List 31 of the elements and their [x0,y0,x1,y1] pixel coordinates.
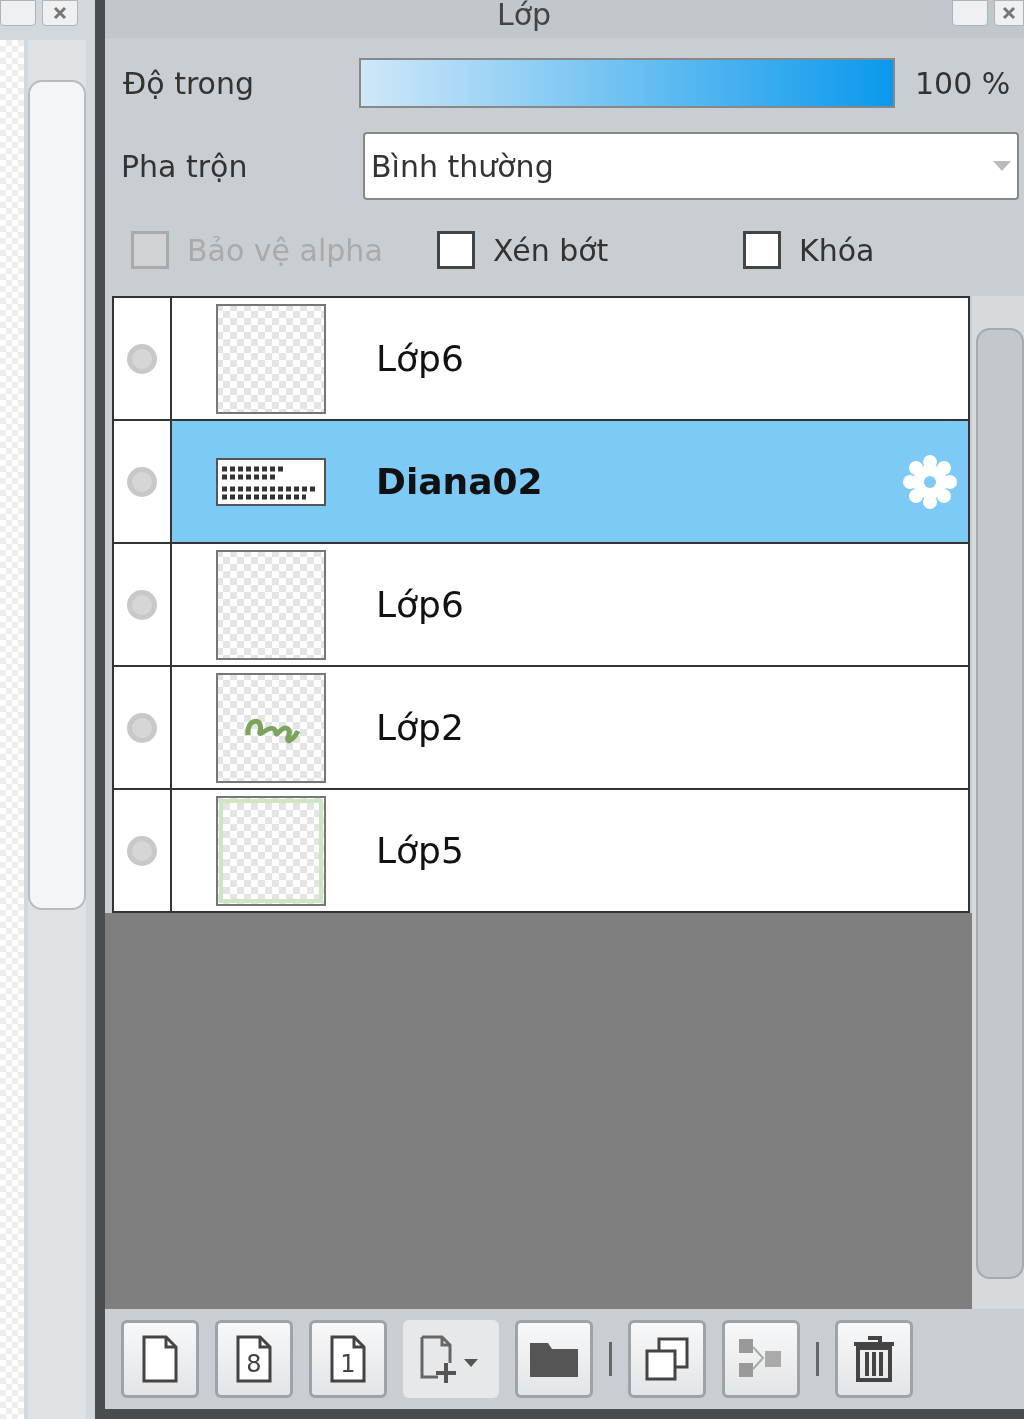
visibility-dot[interactable] [126,711,158,744]
splitter-bar[interactable] [95,0,105,1419]
checkbox[interactable] [437,231,475,269]
checkbox-option[interactable]: Khóa [743,227,943,273]
new-layer-button[interactable]: 1 [309,1320,387,1398]
folder-button[interactable] [515,1320,593,1398]
opacity-value: 100 % [915,64,1011,103]
gear-icon[interactable] [902,453,958,510]
blend-dropdown[interactable]: Bình thường [363,132,1019,200]
checkbox[interactable] [743,231,781,269]
add-layer-button[interactable] [403,1320,499,1398]
scrollbar-thumb[interactable] [28,80,86,910]
blend-label: Pha trộn [121,147,249,186]
duplicate-button[interactable] [628,1320,706,1398]
close-icon[interactable] [42,0,78,26]
new-page-button[interactable] [121,1320,199,1398]
panel-title: Lớp [497,0,552,34]
close-icon[interactable] [994,0,1024,26]
visibility-dot[interactable] [126,588,158,621]
opacity-label: Độ trong [123,64,255,103]
copy-icon [643,1335,691,1383]
visibility-dot[interactable] [126,465,158,498]
caret-icon [993,161,1011,171]
checkbox-option[interactable]: Xén bớt [437,227,743,273]
layer-row[interactable]: Diana02 [172,421,968,542]
visibility-dot[interactable] [126,342,158,375]
visibility-dot[interactable] [126,834,158,867]
merge-button[interactable] [722,1320,800,1398]
new-layer-button[interactable]: 8 [215,1320,293,1398]
delete-button[interactable] [835,1320,913,1398]
scrollbar[interactable] [28,40,86,1419]
